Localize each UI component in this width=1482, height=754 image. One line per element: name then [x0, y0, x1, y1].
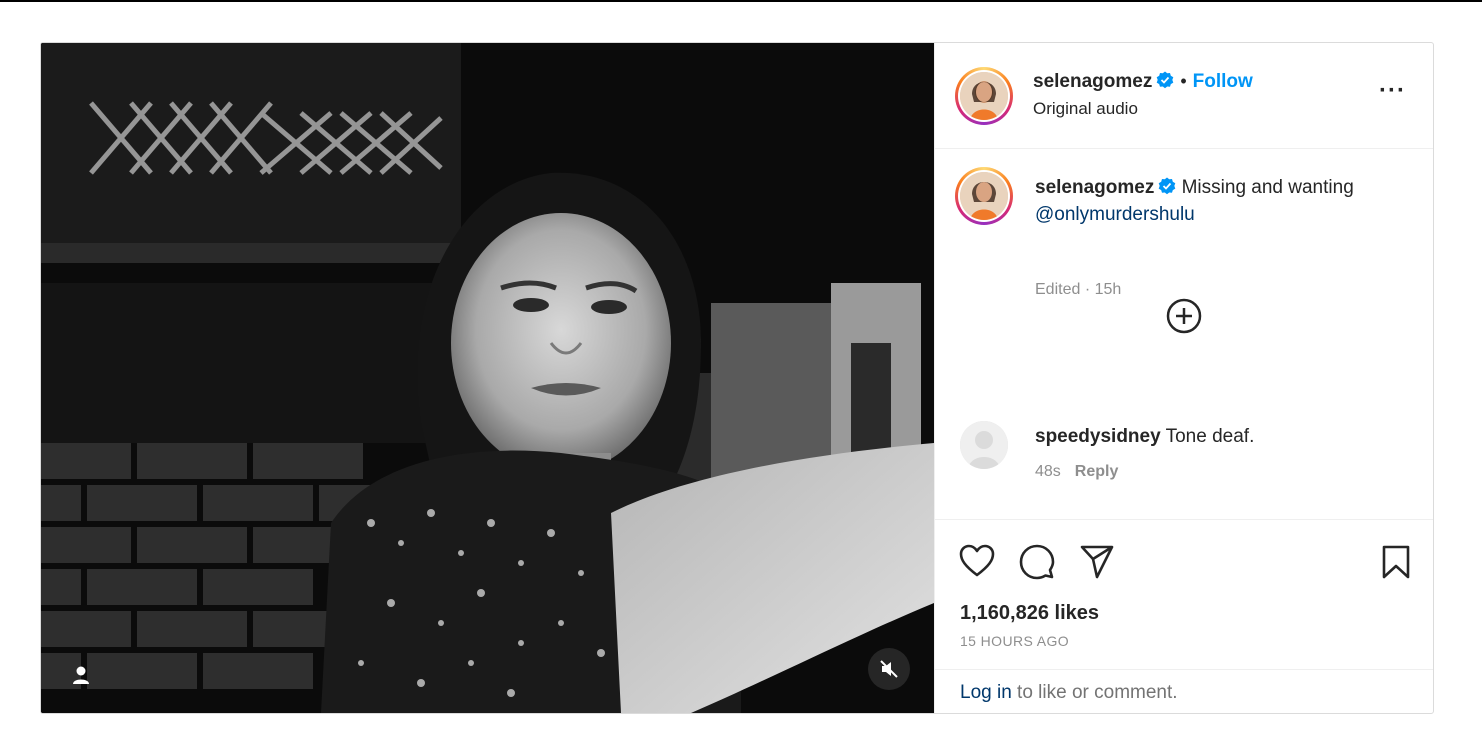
- post-header: selenagomez • Follow Original audio ···: [935, 43, 1433, 149]
- author-username[interactable]: selenagomez: [1033, 71, 1152, 92]
- caption-meta: Edited · 15h: [1035, 281, 1122, 298]
- caption-text: Missing and wanting: [1181, 177, 1354, 198]
- author-avatar[interactable]: [955, 67, 1013, 125]
- verified-badge-icon: [1156, 71, 1174, 89]
- post-sidebar: selenagomez • Follow Original audio ··· se…: [934, 43, 1433, 713]
- reply-button[interactable]: Reply: [1075, 463, 1119, 480]
- caption-avatar[interactable]: [955, 167, 1013, 225]
- comment-meta: 48s Reply: [1035, 463, 1118, 481]
- login-link[interactable]: Log in: [960, 682, 1012, 703]
- top-border: [0, 0, 1482, 2]
- separator-dot: •: [1180, 71, 1187, 91]
- user-tag-icon[interactable]: [71, 665, 91, 685]
- caption-mention[interactable]: @onlymurdershulu: [1035, 204, 1195, 225]
- share-icon[interactable]: [1079, 544, 1115, 585]
- plus-circle-icon[interactable]: [1165, 297, 1203, 335]
- follow-button[interactable]: Follow: [1193, 71, 1253, 92]
- more-horizontal-icon[interactable]: ···: [1379, 79, 1406, 103]
- action-bar: 1,160,826 likes 15 HOURS AGO: [935, 519, 1433, 669]
- heart-icon[interactable]: [959, 544, 995, 583]
- like-count[interactable]: 1,160,826 likes: [960, 602, 1099, 625]
- comment-username[interactable]: speedysidney: [1035, 426, 1161, 447]
- post-timestamp[interactable]: 15 HOURS AGO: [960, 633, 1069, 649]
- comment-1: speedysidney Tone deaf.: [1035, 423, 1254, 450]
- bookmark-icon[interactable]: [1381, 544, 1411, 585]
- comment-text: Tone deaf.: [1165, 426, 1255, 447]
- post-container: selenagomez • Follow Original audio ··· se…: [40, 42, 1434, 714]
- video-frame: [41, 43, 934, 713]
- comment-age: 48s: [1035, 463, 1061, 480]
- audio-label[interactable]: Original audio: [1033, 99, 1253, 119]
- caption: selenagomez Missing and wanting @onlymur…: [1035, 174, 1355, 228]
- comments-section: selenagomez Missing and wanting @onlymur…: [935, 149, 1433, 519]
- commenter-avatar[interactable]: [960, 421, 1008, 469]
- volume-mute-icon[interactable]: [868, 648, 910, 690]
- verified-badge-icon: [1158, 176, 1176, 195]
- login-rest: to like or comment.: [1011, 682, 1178, 703]
- post-video[interactable]: [41, 43, 934, 713]
- comment-icon[interactable]: [1019, 544, 1055, 585]
- login-prompt: Log in to like or comment.: [960, 682, 1178, 704]
- caption-username[interactable]: selenagomez: [1035, 177, 1154, 198]
- login-bar: Log in to like or comment.: [935, 669, 1433, 713]
